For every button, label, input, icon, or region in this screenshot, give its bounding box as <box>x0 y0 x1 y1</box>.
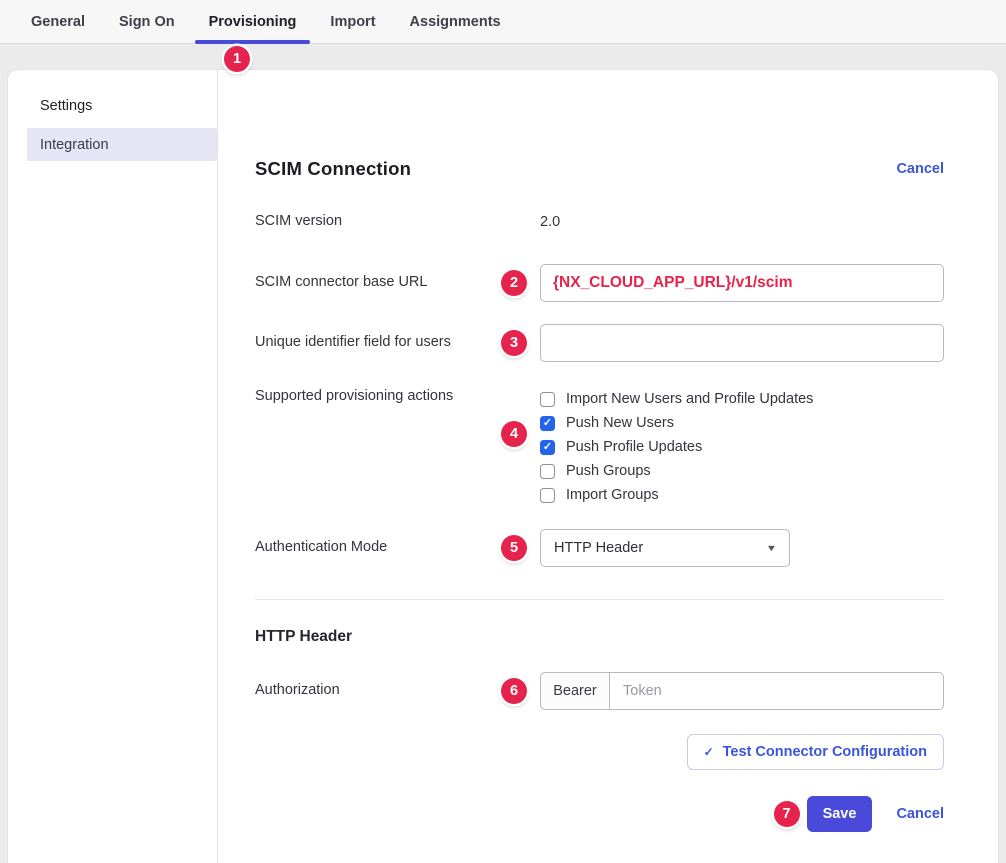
scim-connection-form: SCIM Connection Cancel SCIM version 2.0 … <box>218 70 998 863</box>
sidebar-item-integration[interactable]: Integration <box>27 128 217 161</box>
checkbox-icon[interactable] <box>540 488 555 503</box>
tab-sign-on[interactable]: Sign On <box>102 0 192 43</box>
bearer-prefix: Bearer <box>540 672 610 710</box>
page-title: SCIM Connection <box>255 158 411 180</box>
unique-identifier-input[interactable] <box>540 324 944 362</box>
check-icon: ✓ <box>704 745 714 759</box>
app-tabbar: General Sign On Provisioning Import Assi… <box>0 0 1006 44</box>
checkbox-label: Import New Users and Profile Updates <box>566 391 813 407</box>
checkbox-icon[interactable] <box>540 416 555 431</box>
checkbox-label: Push New Users <box>566 415 674 431</box>
checkbox-push-new-users[interactable]: Push New Users <box>540 411 813 435</box>
annotation-badge-3: 3 <box>501 330 527 356</box>
sidebar-header: Settings <box>40 98 217 114</box>
http-header-section-title: HTTP Header <box>255 628 944 646</box>
sidebar: Settings Integration <box>8 70 218 863</box>
provisioning-actions-row: Supported provisioning actions 4 Import … <box>255 387 944 507</box>
checkbox-label: Push Groups <box>566 463 651 479</box>
scim-version-label: SCIM version <box>255 212 540 232</box>
checkbox-push-profile-updates[interactable]: Push Profile Updates <box>540 435 813 459</box>
cancel-button[interactable]: Cancel <box>896 806 944 822</box>
base-url-label: SCIM connector base URL <box>255 273 540 293</box>
chevron-down-icon: ▼ <box>766 543 778 553</box>
checkbox-import-groups[interactable]: Import Groups <box>540 483 813 507</box>
annotation-badge-7: 7 <box>774 801 800 827</box>
checkbox-label: Import Groups <box>566 487 659 503</box>
authorization-row: Authorization 6 Bearer <box>255 672 944 710</box>
annotation-badge-6: 6 <box>501 678 527 704</box>
checkbox-icon[interactable] <box>540 464 555 479</box>
scim-version-row: SCIM version 2.0 <box>255 210 944 234</box>
authentication-mode-select[interactable]: HTTP Header ▼ <box>540 529 790 567</box>
annotation-badge-4: 4 <box>501 421 527 447</box>
selected-option: HTTP Header <box>554 540 643 556</box>
authentication-mode-row: Authentication Mode 5 HTTP Header ▼ <box>255 529 944 567</box>
scim-version-value: 2.0 <box>540 214 560 230</box>
form-header: SCIM Connection Cancel <box>255 158 944 180</box>
checkbox-label: Push Profile Updates <box>566 439 702 455</box>
authorization-label: Authorization <box>255 681 540 701</box>
tab-assignments[interactable]: Assignments <box>393 0 518 43</box>
authorization-group: Bearer <box>540 672 944 710</box>
save-row: 7 Save Cancel <box>255 796 944 832</box>
authentication-mode-label: Authentication Mode <box>255 538 540 558</box>
test-connector-label: Test Connector Configuration <box>723 744 927 760</box>
checkbox-icon[interactable] <box>540 440 555 455</box>
checkbox-icon[interactable] <box>540 392 555 407</box>
base-url-row: SCIM connector base URL 2 <box>255 264 944 302</box>
token-input[interactable] <box>610 672 944 710</box>
tab-import[interactable]: Import <box>313 0 392 43</box>
checkbox-push-groups[interactable]: Push Groups <box>540 459 813 483</box>
annotation-badge-1: 1 <box>224 46 250 72</box>
provisioning-panel: Settings Integration SCIM Connection Can… <box>8 70 998 863</box>
provisioning-actions-label: Supported provisioning actions <box>255 387 540 407</box>
save-button[interactable]: Save <box>807 796 873 832</box>
checkbox-import-new-users[interactable]: Import New Users and Profile Updates <box>540 387 813 411</box>
provisioning-actions-list: Import New Users and Profile Updates Pus… <box>540 387 813 507</box>
annotation-badge-2: 2 <box>501 270 527 296</box>
unique-identifier-label: Unique identifier field for users <box>255 333 540 353</box>
tab-provisioning[interactable]: Provisioning <box>192 0 314 43</box>
scim-base-url-input[interactable] <box>540 264 944 302</box>
test-connector-button[interactable]: ✓ Test Connector Configuration <box>687 734 944 770</box>
cancel-link-top[interactable]: Cancel <box>896 161 944 177</box>
tab-general[interactable]: General <box>14 0 102 43</box>
test-connector-row: ✓ Test Connector Configuration <box>255 734 944 770</box>
section-divider <box>255 599 944 600</box>
annotation-badge-5: 5 <box>501 535 527 561</box>
unique-identifier-row: Unique identifier field for users 3 <box>255 324 944 362</box>
